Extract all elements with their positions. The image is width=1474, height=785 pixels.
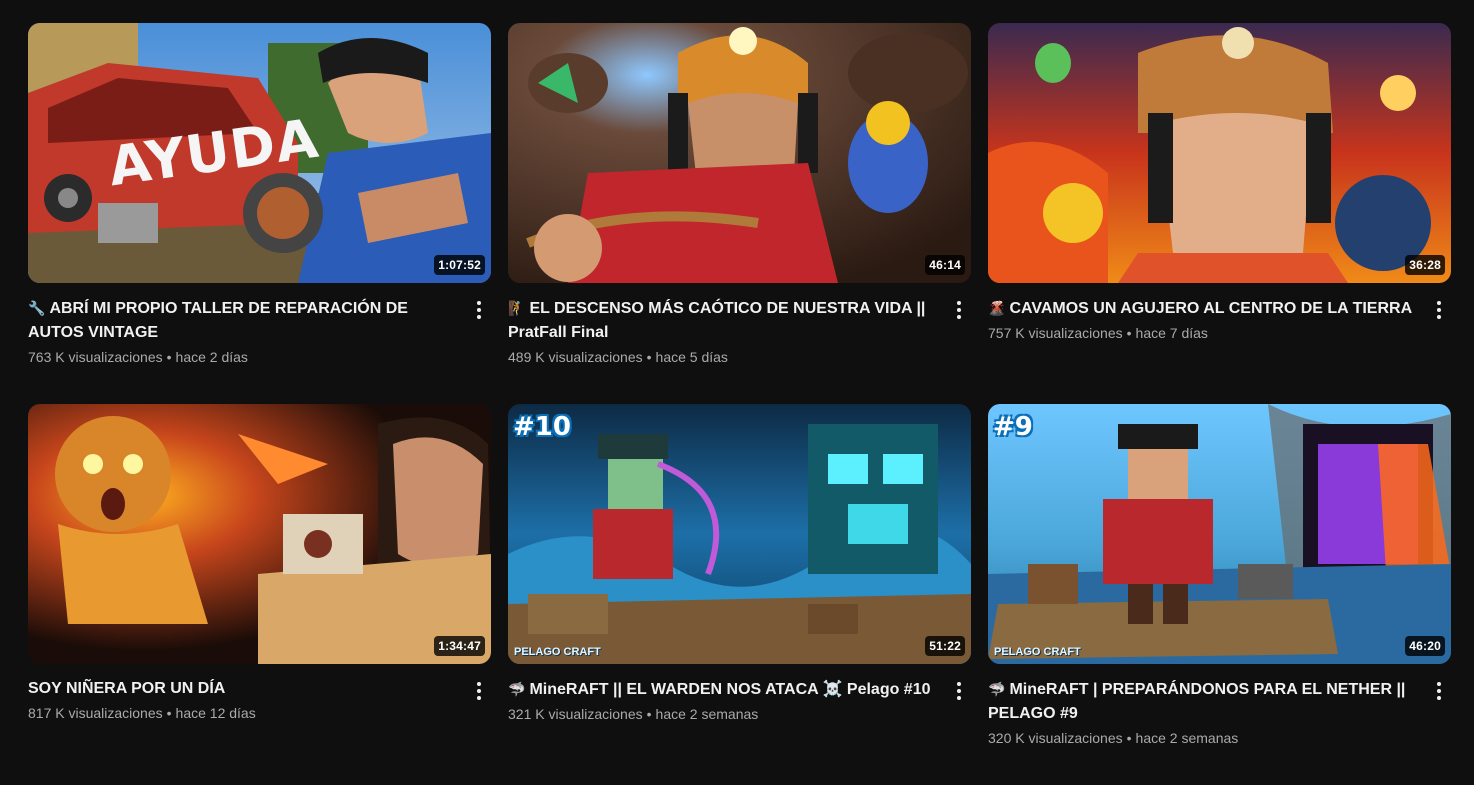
video-title[interactable]: 🦈 MineRAFT || EL WARDEN NOS ATACA ☠️ Pela… [508,677,935,702]
video-card[interactable]: 1:34:47 SOY NIÑERA POR UN DÍA 817 K visu… [28,404,491,785]
duration-badge: 36:28 [1405,255,1445,275]
episode-badge: #9 [993,412,1033,442]
video-stats: 489 K visualizaciones • hace 5 días [508,347,935,367]
episode-badge: #10 [513,412,571,442]
video-stats: 320 K visualizaciones • hace 2 semanas [988,728,1415,748]
video-title[interactable]: SOY NIÑERA POR UN DÍA [28,677,455,701]
video-title[interactable]: 🌋 CAVAMOS UN AGUJERO AL CENTRO DE LA TIER… [988,296,1415,321]
duration-badge: 1:07:52 [434,255,485,275]
separator-dot: • [646,349,652,365]
separator-dot: • [646,706,652,722]
upload-age: hace 2 semanas [655,706,759,722]
more-options-icon[interactable] [1427,298,1451,322]
volcano-emoji-icon: 🌋 [988,300,1006,316]
more-options-icon[interactable] [467,298,491,322]
more-options-icon[interactable] [1427,679,1451,703]
view-count: 817 K visualizaciones [28,705,163,721]
upload-age: hace 12 días [175,705,256,721]
video-title-text: CAVAMOS UN AGUJERO AL CENTRO DE LA TIERR… [1009,300,1413,317]
separator-dot: • [1126,325,1132,341]
video-card[interactable]: #10 PELAGO CRAFT 51:22 🦈 MineRAFT || EL W… [508,404,971,785]
view-count: 489 K visualizaciones [508,349,643,365]
video-stats: 817 K visualizaciones • hace 12 días [28,703,455,723]
video-meta: 🌋 CAVAMOS UN AGUJERO AL CENTRO DE LA TIER… [988,296,1451,343]
separator-dot: • [166,349,172,365]
more-options-icon[interactable] [947,679,971,703]
view-count: 757 K visualizaciones [988,325,1123,341]
video-title[interactable]: 🧗 EL DESCENSO MÁS CAÓTICO DE NUESTRA VIDA… [508,296,935,345]
duration-badge: 46:14 [925,255,965,275]
duration-badge: 1:34:47 [434,636,485,656]
video-grid: AYUDA 1:07:52 🔧 ABRÍ MI PROPIO TALLER DE … [28,23,1451,785]
video-meta: 🦈 MineRAFT | PREPARÁNDONOS PARA EL NETHER… [988,677,1451,748]
upload-age: hace 2 semanas [1135,730,1239,746]
thumbnail-image [988,404,1451,664]
separator-dot: • [1126,730,1132,746]
thumbnail-image [28,404,491,664]
video-thumbnail[interactable]: #10 PELAGO CRAFT 51:22 [508,404,971,664]
video-thumbnail[interactable]: #9 PELAGO CRAFT 46:20 [988,404,1451,664]
video-title-text: SOY NIÑERA POR UN DÍA [28,680,226,697]
wrench-emoji-icon: 🔧 [28,300,46,316]
video-thumbnail[interactable]: 36:28 [988,23,1451,283]
shark-emoji-icon: 🦈 [988,681,1006,697]
video-meta: 🔧 ABRÍ MI PROPIO TALLER DE REPARACIÓN DE … [28,296,491,367]
channel-logo-text: PELAGO CRAFT [514,646,601,658]
upload-age: hace 7 días [1135,325,1208,341]
video-thumbnail[interactable]: 1:34:47 [28,404,491,664]
video-card[interactable]: #9 PELAGO CRAFT 46:20 🦈 MineRAFT | PREPAR… [988,404,1451,785]
video-title[interactable]: 🔧 ABRÍ MI PROPIO TALLER DE REPARACIÓN DE … [28,296,455,345]
more-options-icon[interactable] [947,298,971,322]
duration-badge: 46:20 [1405,636,1445,656]
thumbnail-image [508,23,971,283]
view-count: 320 K visualizaciones [988,730,1123,746]
channel-logo-text: PELAGO CRAFT [994,646,1081,658]
shark-emoji-icon: 🦈 [508,681,526,697]
video-meta: SOY NIÑERA POR UN DÍA 817 K visualizacio… [28,677,491,723]
upload-age: hace 5 días [655,349,728,365]
video-stats: 321 K visualizaciones • hace 2 semanas [508,704,935,724]
video-title-text: MineRAFT | PREPARÁNDONOS PARA EL NETHER … [988,681,1406,722]
video-title-text: MineRAFT || EL WARDEN NOS ATACA ☠️ Pelag… [529,681,931,698]
view-count: 763 K visualizaciones [28,349,163,365]
video-card[interactable]: 36:28 🌋 CAVAMOS UN AGUJERO AL CENTRO DE L… [988,23,1451,404]
thumbnail-image [508,404,971,664]
video-card[interactable]: 46:14 🧗 EL DESCENSO MÁS CAÓTICO DE NUESTR… [508,23,971,404]
separator-dot: • [166,705,172,721]
video-title-text: ABRÍ MI PROPIO TALLER DE REPARACIÓN DE A… [28,300,408,341]
thumbnail-image [988,23,1451,283]
video-meta: 🦈 MineRAFT || EL WARDEN NOS ATACA ☠️ Pela… [508,677,971,724]
view-count: 321 K visualizaciones [508,706,643,722]
video-meta: 🧗 EL DESCENSO MÁS CAÓTICO DE NUESTRA VIDA… [508,296,971,367]
video-stats: 763 K visualizaciones • hace 2 días [28,347,455,367]
video-title-text: EL DESCENSO MÁS CAÓTICO DE NUESTRA VIDA … [508,300,926,341]
duration-badge: 51:22 [925,636,965,656]
more-options-icon[interactable] [467,679,491,703]
video-thumbnail[interactable]: 46:14 [508,23,971,283]
upload-age: hace 2 días [175,349,248,365]
video-thumbnail[interactable]: AYUDA 1:07:52 [28,23,491,283]
climber-emoji-icon: 🧗 [508,300,526,316]
video-stats: 757 K visualizaciones • hace 7 días [988,323,1415,343]
video-card[interactable]: AYUDA 1:07:52 🔧 ABRÍ MI PROPIO TALLER DE … [28,23,491,404]
video-title[interactable]: 🦈 MineRAFT | PREPARÁNDONOS PARA EL NETHER… [988,677,1415,726]
